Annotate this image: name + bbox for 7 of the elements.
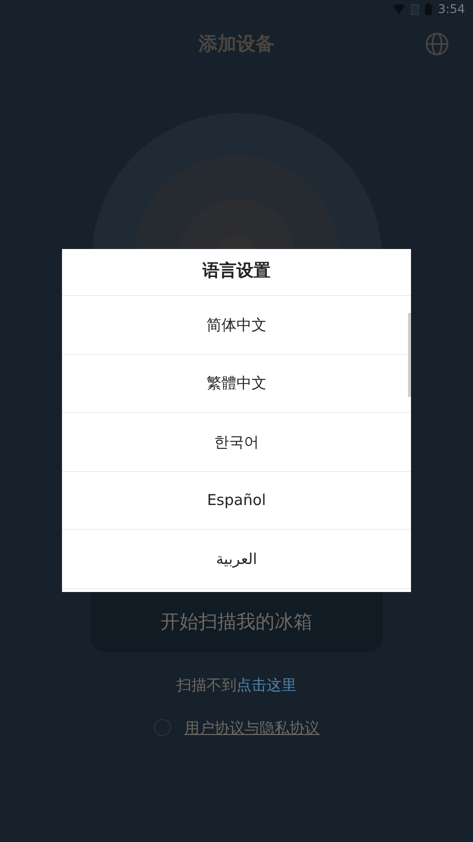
click-here-link[interactable]: 点击这里 [236,674,296,696]
language-option[interactable]: 한국어 [62,413,411,472]
language-option[interactable]: Español [62,472,411,530]
language-option[interactable]: العربية [62,530,411,588]
help-text: 扫描不到 [176,675,236,696]
status-time: 3:54 [438,1,465,18]
dialog-title: 语言设置 [202,260,270,284]
